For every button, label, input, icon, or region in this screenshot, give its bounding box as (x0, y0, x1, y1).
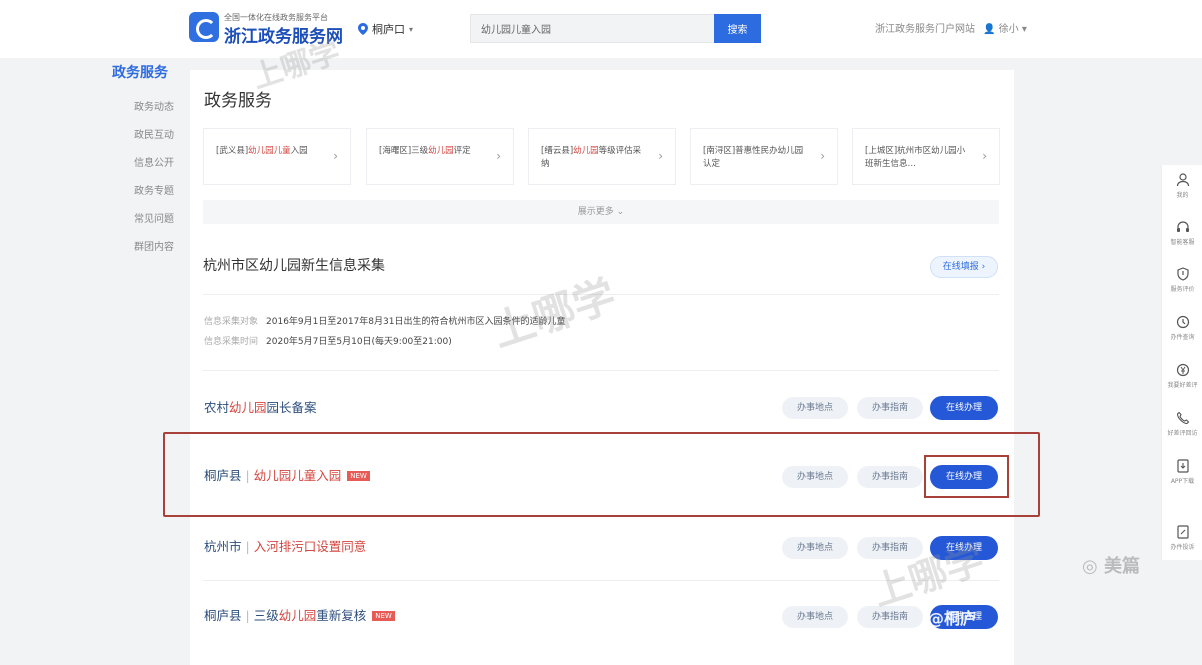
app-download-item[interactable]: APP下载 (1162, 459, 1202, 485)
info-line: 信息采集时间 2020年5月7日至5月10日(每天9:00至21:00) (204, 337, 452, 347)
chevron-right-icon: › (982, 149, 987, 163)
callback-item[interactable]: 好差评回访 (1162, 411, 1202, 437)
nav-item[interactable]: 政民互动 (134, 122, 182, 150)
info-line: 信息采集对象 2016年9月1日至2017年8月31日出生的符合杭州市区入园条件的… (204, 317, 566, 327)
highlight-frame-button (924, 455, 1009, 498)
chevron-right-icon: › (658, 149, 663, 163)
location-pin-icon (358, 23, 368, 35)
chevron-right-icon: › (496, 149, 501, 163)
nav-item[interactable]: 信息公开 (134, 150, 182, 178)
divider (203, 580, 999, 581)
left-nav: 政务服务 政务动态 政民互动 信息公开 政务专题 常见问题 群团内容 (112, 62, 182, 262)
service-card[interactable]: [武义县]幼儿园儿童入园 › (203, 128, 351, 185)
service-row-title[interactable]: 桐庐县 | 三级幼儿园重新复核 NEW (204, 605, 395, 624)
header-right: 浙江政务服务门户网站 👤 徐小 ▾ (875, 20, 1027, 35)
meipian-watermark: ◎ 美篇 (1082, 556, 1140, 577)
online-handle-button[interactable]: 在线办理 (930, 396, 998, 420)
user-icon (1176, 173, 1189, 187)
right-toolbar: 我的 智能客服 服务评价 办件查询 我要好差评 好差评回访 APP下载 办件投诉 (1161, 165, 1202, 560)
service-card[interactable]: [缙云县]幼儿园等级评估采纳 › (528, 128, 676, 185)
service-card[interactable]: [上城区]杭州市区幼儿园小班新生信息… › (852, 128, 1000, 185)
site-title[interactable]: 浙江政务服务网 (224, 22, 343, 47)
location-label: 桐庐口 (372, 23, 405, 36)
service-row-title[interactable]: 杭州市 | 入河排污口设置同意 (204, 536, 366, 555)
customer-service-item[interactable]: 智能客服 (1162, 220, 1202, 246)
download-icon (1176, 459, 1189, 473)
logo-icon[interactable] (189, 12, 219, 42)
my-account-item[interactable]: 我的 (1162, 173, 1202, 199)
case-query-item[interactable]: 办件查询 (1162, 315, 1202, 341)
highlight-frame (163, 432, 1040, 517)
online-handle-button[interactable]: 在线办理 (930, 605, 998, 629)
user-name: 徐小 (998, 24, 1019, 35)
service-card[interactable]: [南浔区]普惠性民办幼儿园认定 › (690, 128, 838, 185)
chevron-down-icon: ▾ (409, 24, 414, 34)
guide-button[interactable]: 办事指南 (857, 537, 923, 559)
nav-item[interactable]: 政务专题 (134, 178, 182, 206)
headset-icon (1176, 221, 1189, 232)
top-header: 全国一体化在线政务服务平台 浙江政务服务网 桐庐口 ▾ 搜索 浙江政务服务门户网… (0, 0, 1202, 58)
nav-item[interactable]: 群团内容 (134, 234, 182, 262)
user-menu[interactable]: 👤 徐小 ▾ (983, 20, 1027, 35)
search-button[interactable]: 搜索 (714, 14, 761, 43)
search-input[interactable] (470, 14, 715, 43)
edit-doc-icon (1176, 525, 1189, 539)
nav-item[interactable]: 常见问题 (134, 206, 182, 234)
chevron-right-icon: › (333, 149, 338, 163)
divider (203, 294, 999, 295)
location-button[interactable]: 办事地点 (782, 537, 848, 559)
complaint-item[interactable]: 办件投诉 (1162, 525, 1202, 551)
location-button[interactable]: 办事地点 (782, 606, 848, 628)
portal-link[interactable]: 浙江政务服务门户网站 (875, 20, 975, 35)
divider (203, 370, 999, 371)
shield-icon (1176, 267, 1189, 281)
online-handle-button[interactable]: 在线办理 (930, 536, 998, 560)
yen-coin-icon (1176, 363, 1189, 377)
rating-item[interactable]: 我要好差评 (1162, 363, 1202, 389)
service-title: 杭州市区幼儿园新生信息采集 (203, 258, 385, 274)
chevron-right-icon: › (820, 149, 825, 163)
service-row-title[interactable]: 农村幼儿园园长备案 (204, 397, 317, 416)
location-selector[interactable]: 桐庐口 ▾ (358, 18, 413, 40)
nav-item-active[interactable]: 政务服务 (112, 62, 182, 82)
guide-button[interactable]: 办事指南 (857, 606, 923, 628)
new-badge: NEW (372, 611, 395, 621)
nav-item[interactable]: 政务动态 (134, 94, 182, 122)
location-button[interactable]: 办事地点 (782, 397, 848, 419)
service-card[interactable]: [海曙区]三级幼儿园评定 › (366, 128, 514, 185)
service-review-item[interactable]: 服务评价 (1162, 267, 1202, 293)
guide-button[interactable]: 办事指南 (857, 397, 923, 419)
show-more-button[interactable]: 展示更多 ⌄ (203, 200, 999, 224)
online-fill-button[interactable]: 在线填报 › (930, 256, 998, 278)
section-title: 政务服务 (204, 91, 272, 111)
history-icon (1176, 315, 1189, 329)
phone-icon (1176, 411, 1189, 425)
